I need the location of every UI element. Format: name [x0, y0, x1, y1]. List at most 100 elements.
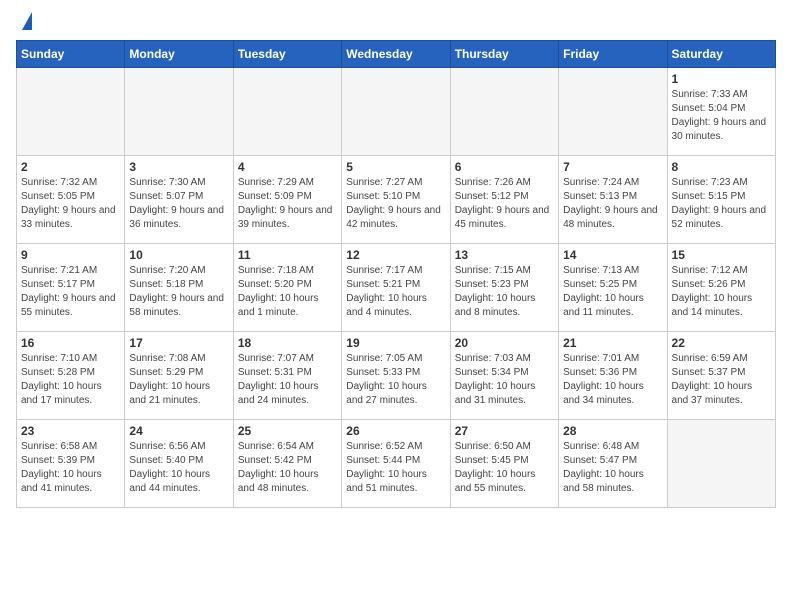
day-number: 7: [563, 160, 662, 174]
calendar-cell: 26 Sunrise: 6:52 AM Sunset: 5:44 PM Dayli…: [342, 420, 450, 508]
day-info: Sunrise: 7:01 AM Sunset: 5:36 PM Dayligh…: [563, 352, 662, 408]
day-number: 13: [455, 248, 554, 262]
day-info: Sunrise: 7:15 AM Sunset: 5:23 PM Dayligh…: [455, 264, 554, 320]
day-info: Sunrise: 7:17 AM Sunset: 5:21 PM Dayligh…: [346, 264, 445, 320]
day-info: Sunrise: 6:54 AM Sunset: 5:42 PM Dayligh…: [238, 440, 337, 496]
col-header-wednesday: Wednesday: [342, 41, 450, 68]
day-number: 6: [455, 160, 554, 174]
day-info: Sunrise: 6:52 AM Sunset: 5:44 PM Dayligh…: [346, 440, 445, 496]
calendar-cell: 6 Sunrise: 7:26 AM Sunset: 5:12 PM Daylig…: [450, 156, 558, 244]
day-info: Sunrise: 7:24 AM Sunset: 5:13 PM Dayligh…: [563, 176, 662, 232]
day-number: 21: [563, 336, 662, 350]
day-number: 16: [21, 336, 120, 350]
day-number: 2: [21, 160, 120, 174]
day-info: Sunrise: 7:13 AM Sunset: 5:25 PM Dayligh…: [563, 264, 662, 320]
day-number: 10: [129, 248, 228, 262]
day-info: Sunrise: 6:59 AM Sunset: 5:37 PM Dayligh…: [672, 352, 771, 408]
week-row-4: 16 Sunrise: 7:10 AM Sunset: 5:28 PM Dayli…: [17, 332, 776, 420]
day-number: 25: [238, 424, 337, 438]
calendar-cell: 12 Sunrise: 7:17 AM Sunset: 5:21 PM Dayli…: [342, 244, 450, 332]
calendar-cell: 15 Sunrise: 7:12 AM Sunset: 5:26 PM Dayli…: [667, 244, 775, 332]
calendar-cell: 8 Sunrise: 7:23 AM Sunset: 5:15 PM Daylig…: [667, 156, 775, 244]
calendar-cell: 22 Sunrise: 6:59 AM Sunset: 5:37 PM Dayli…: [667, 332, 775, 420]
col-header-thursday: Thursday: [450, 41, 558, 68]
calendar-cell: [125, 68, 233, 156]
col-header-monday: Monday: [125, 41, 233, 68]
day-info: Sunrise: 7:30 AM Sunset: 5:07 PM Dayligh…: [129, 176, 228, 232]
week-row-5: 23 Sunrise: 6:58 AM Sunset: 5:39 PM Dayli…: [17, 420, 776, 508]
week-row-1: 1 Sunrise: 7:33 AM Sunset: 5:04 PM Daylig…: [17, 68, 776, 156]
day-info: Sunrise: 6:56 AM Sunset: 5:40 PM Dayligh…: [129, 440, 228, 496]
day-number: 3: [129, 160, 228, 174]
day-number: 28: [563, 424, 662, 438]
day-number: 17: [129, 336, 228, 350]
day-number: 23: [21, 424, 120, 438]
calendar-cell: 3 Sunrise: 7:30 AM Sunset: 5:07 PM Daylig…: [125, 156, 233, 244]
col-header-friday: Friday: [559, 41, 667, 68]
calendar-cell: 10 Sunrise: 7:20 AM Sunset: 5:18 PM Dayli…: [125, 244, 233, 332]
week-row-3: 9 Sunrise: 7:21 AM Sunset: 5:17 PM Daylig…: [17, 244, 776, 332]
calendar-cell: 13 Sunrise: 7:15 AM Sunset: 5:23 PM Dayli…: [450, 244, 558, 332]
calendar-cell: 20 Sunrise: 7:03 AM Sunset: 5:34 PM Dayli…: [450, 332, 558, 420]
calendar-cell: 4 Sunrise: 7:29 AM Sunset: 5:09 PM Daylig…: [233, 156, 341, 244]
day-number: 8: [672, 160, 771, 174]
calendar-cell: 1 Sunrise: 7:33 AM Sunset: 5:04 PM Daylig…: [667, 68, 775, 156]
week-row-2: 2 Sunrise: 7:32 AM Sunset: 5:05 PM Daylig…: [17, 156, 776, 244]
day-number: 22: [672, 336, 771, 350]
logo-triangle-icon: [22, 12, 32, 30]
day-number: 4: [238, 160, 337, 174]
day-number: 1: [672, 72, 771, 86]
day-info: Sunrise: 7:21 AM Sunset: 5:17 PM Dayligh…: [21, 264, 120, 320]
day-number: 9: [21, 248, 120, 262]
day-info: Sunrise: 7:07 AM Sunset: 5:31 PM Dayligh…: [238, 352, 337, 408]
day-number: 19: [346, 336, 445, 350]
calendar-cell: 5 Sunrise: 7:27 AM Sunset: 5:10 PM Daylig…: [342, 156, 450, 244]
day-number: 26: [346, 424, 445, 438]
calendar-cell: 19Sunrise: 7:05 AM Sunset: 5:33 PM Dayli…: [342, 332, 450, 420]
calendar-cell: 9 Sunrise: 7:21 AM Sunset: 5:17 PM Daylig…: [17, 244, 125, 332]
calendar-cell: 17 Sunrise: 7:08 AM Sunset: 5:29 PM Dayli…: [125, 332, 233, 420]
day-info: Sunrise: 6:58 AM Sunset: 5:39 PM Dayligh…: [21, 440, 120, 496]
day-number: 15: [672, 248, 771, 262]
calendar-cell: [233, 68, 341, 156]
calendar-cell: 7 Sunrise: 7:24 AM Sunset: 5:13 PM Daylig…: [559, 156, 667, 244]
calendar-cell: [342, 68, 450, 156]
day-info: Sunrise: 7:03 AM Sunset: 5:34 PM Dayligh…: [455, 352, 554, 408]
day-info: Sunrise: 7:33 AM Sunset: 5:04 PM Dayligh…: [672, 88, 771, 144]
day-number: 24: [129, 424, 228, 438]
day-info: Sunrise: 7:29 AM Sunset: 5:09 PM Dayligh…: [238, 176, 337, 232]
col-header-saturday: Saturday: [667, 41, 775, 68]
day-info: Sunrise: 6:50 AM Sunset: 5:45 PM Dayligh…: [455, 440, 554, 496]
calendar-cell: 21 Sunrise: 7:01 AM Sunset: 5:36 PM Dayli…: [559, 332, 667, 420]
col-header-tuesday: Tuesday: [233, 41, 341, 68]
calendar-cell: [559, 68, 667, 156]
calendar-cell: [450, 68, 558, 156]
day-number: 5: [346, 160, 445, 174]
calendar-cell: 2 Sunrise: 7:32 AM Sunset: 5:05 PM Daylig…: [17, 156, 125, 244]
calendar-cell: 18 Sunrise: 7:07 AM Sunset: 5:31 PM Dayli…: [233, 332, 341, 420]
calendar-cell: 25 Sunrise: 6:54 AM Sunset: 5:42 PM Dayli…: [233, 420, 341, 508]
day-info: Sunrise: 7:08 AM Sunset: 5:29 PM Dayligh…: [129, 352, 228, 408]
day-number: 27: [455, 424, 554, 438]
day-info: Sunrise: 7:32 AM Sunset: 5:05 PM Dayligh…: [21, 176, 120, 232]
day-info: Sunrise: 7:12 AM Sunset: 5:26 PM Dayligh…: [672, 264, 771, 320]
day-info: Sunrise: 7:10 AM Sunset: 5:28 PM Dayligh…: [21, 352, 120, 408]
day-info: Sunrise: 7:23 AM Sunset: 5:15 PM Dayligh…: [672, 176, 771, 232]
calendar-cell: 16 Sunrise: 7:10 AM Sunset: 5:28 PM Dayli…: [17, 332, 125, 420]
calendar-table: SundayMondayTuesdayWednesdayThursdayFrid…: [16, 40, 776, 508]
day-info: Sunrise: 7:26 AM Sunset: 5:12 PM Dayligh…: [455, 176, 554, 232]
day-info: Sunrise: 7:20 AM Sunset: 5:18 PM Dayligh…: [129, 264, 228, 320]
calendar-cell: 14 Sunrise: 7:13 AM Sunset: 5:25 PM Dayli…: [559, 244, 667, 332]
day-number: 18: [238, 336, 337, 350]
day-number: 12: [346, 248, 445, 262]
calendar-cell: [17, 68, 125, 156]
day-number: 11: [238, 248, 337, 262]
day-info: Sunrise: 6:48 AM Sunset: 5:47 PM Dayligh…: [563, 440, 662, 496]
calendar-header-row: SundayMondayTuesdayWednesdayThursdayFrid…: [17, 41, 776, 68]
day-number: 20: [455, 336, 554, 350]
logo: [16, 16, 32, 30]
calendar-cell: 11Sunrise: 7:18 AM Sunset: 5:20 PM Dayli…: [233, 244, 341, 332]
calendar-cell: 28 Sunrise: 6:48 AM Sunset: 5:47 PM Dayli…: [559, 420, 667, 508]
day-number: 14: [563, 248, 662, 262]
day-info: Sunrise: 7:27 AM Sunset: 5:10 PM Dayligh…: [346, 176, 445, 232]
